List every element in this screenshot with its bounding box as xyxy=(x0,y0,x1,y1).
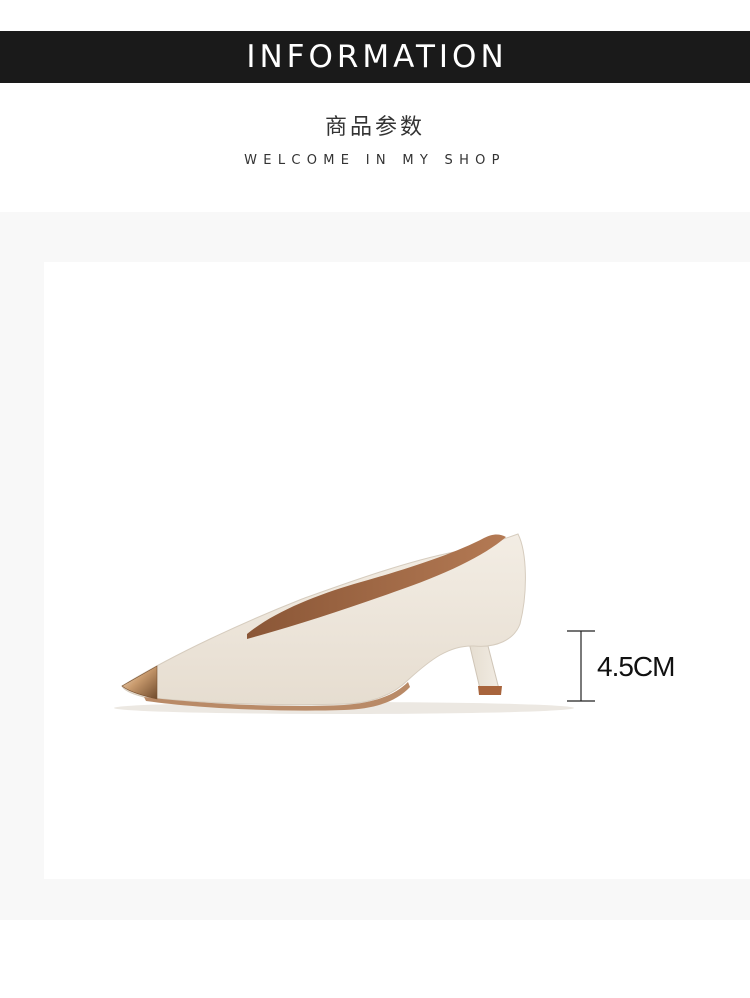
banner-title: INFORMATION xyxy=(246,38,508,75)
section-subtitle-en: WELCOME IN MY SHOP xyxy=(244,153,506,168)
heel-height-label: 4.5CM xyxy=(597,651,675,682)
product-photo-card xyxy=(44,262,750,879)
header-banner: INFORMATION xyxy=(0,31,750,83)
heel-height-marker-icon xyxy=(567,630,595,702)
section-title-cn: 商品参数 xyxy=(324,115,425,140)
pump-shoe-icon xyxy=(114,533,574,714)
